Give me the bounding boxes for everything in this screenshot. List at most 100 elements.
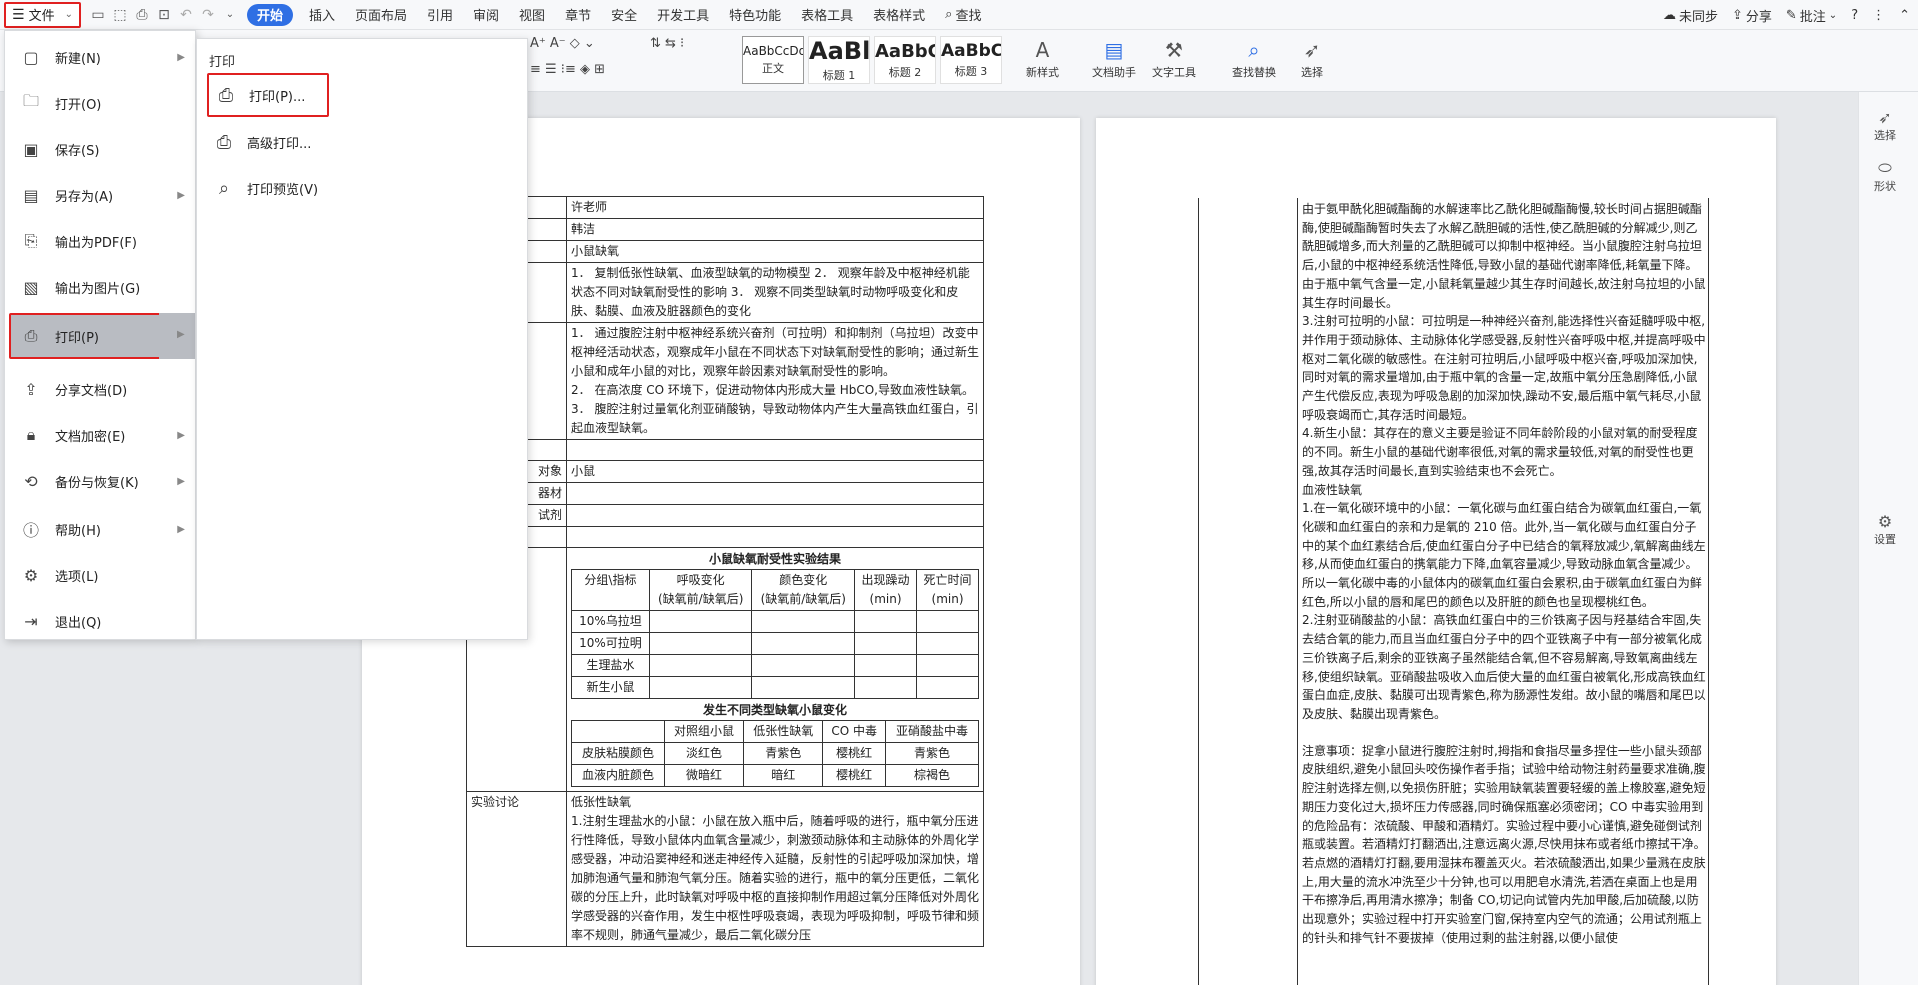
tab-page-layout[interactable]: 页面布局 <box>345 0 417 30</box>
reagent-value[interactable] <box>566 504 984 527</box>
select-tool[interactable]: ➶ 选择 <box>1859 108 1911 143</box>
find-replace-button[interactable]: ⌕ 查找替换 <box>1232 36 1276 80</box>
print-button[interactable]: ⎙ 打印(P)... <box>207 73 329 117</box>
style-normal-label: 正文 <box>762 62 784 75</box>
menu-item-share[interactable]: ⇪ 分享文档(D) <box>5 369 195 409</box>
share-button[interactable]: ⇪ 分享 <box>1732 6 1772 25</box>
menu-item-save-as[interactable]: ▤ 另存为(A) ▶ <box>5 175 195 215</box>
purpose-value[interactable]: 1． 复制低张性缺氧、血液型缺氧的动物模型 2． 观察年龄及中枢神经机能状态不同… <box>566 262 984 323</box>
data-cell[interactable]: 樱桃红 <box>822 764 887 787</box>
style-heading-1[interactable]: AaBl 标题 1 <box>808 36 870 84</box>
settings-tool[interactable]: ⚙ 设置 <box>1859 512 1911 547</box>
data-cell[interactable] <box>916 654 979 677</box>
data-cell[interactable] <box>751 654 856 677</box>
data-cell[interactable] <box>916 632 979 655</box>
new-style-button[interactable]: A 新样式 <box>1026 36 1059 80</box>
discussion-value[interactable]: 低张性缺氧 1.注射生理盐水的小鼠：小鼠在放入瓶中后，随着呼吸的进行，瓶中氧分压… <box>566 791 984 947</box>
data-cell[interactable]: 淡红色 <box>663 742 745 765</box>
data-cell[interactable]: 棕褐色 <box>885 764 979 787</box>
data-cell[interactable] <box>648 610 753 633</box>
more-icon[interactable]: ⋮ <box>1872 8 1885 23</box>
data-cell[interactable] <box>854 610 918 633</box>
menu-item-new[interactable]: ▢ 新建(N) ▶ <box>5 37 195 77</box>
shape-tool[interactable]: ⬭ 形状 <box>1859 158 1911 194</box>
tab-security[interactable]: 安全 <box>601 0 647 30</box>
style-heading-2[interactable]: AaBbC 标题 2 <box>874 36 936 84</box>
data-cell[interactable] <box>648 676 753 699</box>
tab-insert[interactable]: 插入 <box>299 0 345 30</box>
undo-icon[interactable]: ↶ <box>175 4 197 26</box>
help-icon[interactable]: ? <box>1851 8 1858 23</box>
data-cell[interactable] <box>648 654 753 677</box>
print-icon[interactable]: ⎙ <box>131 4 153 26</box>
data-cell[interactable]: 微暗红 <box>663 764 745 787</box>
student-value[interactable]: 韩洁 <box>566 218 984 241</box>
equipment-value[interactable] <box>566 482 984 505</box>
style-heading-3[interactable]: AaBbC 标题 3 <box>940 36 1002 84</box>
collapse-icon[interactable]: ⌃ <box>1899 8 1910 23</box>
menu-item-export-pdf[interactable]: ⎘ 输出为PDF(F) <box>5 221 195 261</box>
print-preview-button[interactable]: ⌕ 打印预览(V) <box>211 175 318 201</box>
data-cell[interactable] <box>854 654 918 677</box>
tab-table-style[interactable]: 表格样式 <box>863 0 935 30</box>
export-icon[interactable]: ⬚ <box>109 4 131 26</box>
table-row <box>466 439 984 461</box>
tab-table-tools[interactable]: 表格工具 <box>791 0 863 30</box>
page2-text-block[interactable]: 由于氨甲酰化胆碱酯酶的水解速率比乙酰化胆碱酯酶慢,较长时间占据胆碱酯酶,使胆碱酯… <box>1302 200 1706 947</box>
teacher-value[interactable]: 许老师 <box>566 196 984 219</box>
settings-label: 设置 <box>1874 533 1896 546</box>
tab-home[interactable]: 开始 <box>246 3 293 26</box>
tab-developer[interactable]: 开发工具 <box>647 0 719 30</box>
menu-item-save[interactable]: ▣ 保存(S) <box>5 129 195 169</box>
row-value[interactable] <box>566 526 984 548</box>
principle-value[interactable]: 1． 通过腹腔注射中枢神经系统兴奋剂（可拉明）和抑制剂（乌拉坦）改变中枢神经活动… <box>566 322 984 440</box>
file-menu-button[interactable]: ☰ 文件 ⌄ <box>4 1 81 28</box>
menu-item-help[interactable]: ⓘ 帮助(H) ▶ <box>5 509 195 549</box>
tab-review[interactable]: 审阅 <box>463 0 509 30</box>
advanced-print-button[interactable]: ⎙ 高级打印... <box>211 129 312 155</box>
menu-item-backup[interactable]: ⟲ 备份与恢复(K) ▶ <box>5 461 195 501</box>
search-button[interactable]: ⌕ 查找 <box>935 0 991 30</box>
data-cell[interactable] <box>916 676 979 699</box>
tab-section[interactable]: 章节 <box>555 0 601 30</box>
experiment-name-value[interactable]: 小鼠缺氧 <box>566 240 984 263</box>
style-normal[interactable]: AaBbCcDd 正文 <box>742 36 804 84</box>
menu-item-export-image[interactable]: ▧ 输出为图片(G) <box>5 267 195 307</box>
tab-view[interactable]: 视图 <box>509 0 555 30</box>
data-cell[interactable]: 青紫色 <box>743 742 824 765</box>
data-cell[interactable]: 青紫色 <box>885 742 979 765</box>
data-cell[interactable]: 樱桃红 <box>822 742 887 765</box>
font-size-increase-icon[interactable]: A⁺ A⁻ ◇ ⌄ <box>530 36 595 51</box>
data-cell[interactable] <box>751 610 856 633</box>
subject-value[interactable]: 小鼠 <box>566 460 984 483</box>
data-cell[interactable] <box>916 610 979 633</box>
menu-item-options[interactable]: ⚙ 选项(L) <box>5 555 195 595</box>
shape-icon: ⬭ <box>1878 158 1892 177</box>
data-cell[interactable]: 暗红 <box>743 764 824 787</box>
chevron-right-icon: ▶ <box>177 51 185 63</box>
tab-features[interactable]: 特色功能 <box>719 0 791 30</box>
data-cell[interactable] <box>854 632 918 655</box>
redo-icon[interactable]: ↷ <box>197 4 219 26</box>
paragraph-tools[interactable]: ≡ ☰ ⁝≡ ◈ ⊞ <box>530 62 605 77</box>
data-cell[interactable] <box>854 676 918 699</box>
doc-assist-button[interactable]: ▤ 文档助手 <box>1092 36 1136 80</box>
customize-icon[interactable]: ⌄ <box>219 4 241 26</box>
select-button[interactable]: ➶ 选择 <box>1298 36 1326 80</box>
row-value[interactable] <box>566 439 984 461</box>
data-cell[interactable] <box>751 676 856 699</box>
menu-item-encrypt[interactable]: 🔒︎ 文档加密(E) ▶ <box>5 415 195 455</box>
menu-item-open[interactable]: 🗀 打开(O) <box>5 83 195 123</box>
sync-button[interactable]: ☁ 未同步 <box>1663 6 1718 25</box>
text-tools-button[interactable]: ⚒ 文字工具 <box>1152 36 1196 80</box>
sort-icon[interactable]: ⇅ ⇆ ⁝ <box>650 36 684 51</box>
menu-item-exit[interactable]: ⇥ 退出(Q) <box>5 601 195 641</box>
data-cell[interactable] <box>648 632 753 655</box>
data-cell[interactable] <box>751 632 856 655</box>
cloud-icon: ☁ <box>1662 7 1676 23</box>
tab-references[interactable]: 引用 <box>417 0 463 30</box>
comment-button[interactable]: ✎ 批注 ⌄ <box>1786 6 1837 25</box>
results-cell[interactable]: 小鼠缺氧耐受性实验结果 分组\指标 呼吸变化 (缺氧前/缺氧后) 颜色变化 (缺… <box>566 547 984 792</box>
save-icon[interactable]: ▭ <box>87 4 109 26</box>
preview-icon[interactable]: ⊡ <box>153 4 175 26</box>
